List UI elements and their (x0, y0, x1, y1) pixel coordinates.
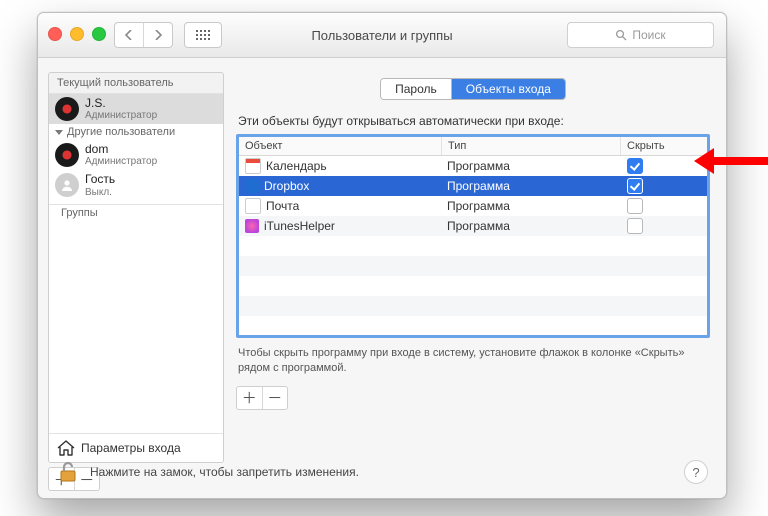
tab-login-items[interactable]: Объекты входа (451, 79, 565, 99)
app-icon (245, 179, 259, 193)
user-role: Выкл. (85, 187, 115, 198)
item-name: Календарь (266, 159, 327, 173)
table-row-empty (239, 236, 707, 256)
preferences-window: Пользователи и группы Поиск Текущий поль… (37, 12, 727, 499)
lock-icon[interactable] (56, 460, 80, 484)
avatar (55, 97, 79, 121)
minimize-icon[interactable] (70, 27, 84, 41)
login-options-label: Параметры входа (81, 441, 181, 455)
col-object[interactable]: Объект (239, 137, 441, 155)
grid-icon (196, 30, 210, 40)
user-list: Текущий пользователь J.S. Администратор … (48, 72, 224, 463)
back-button[interactable] (115, 23, 143, 47)
login-options-button[interactable]: Параметры входа (49, 433, 223, 462)
house-icon (57, 440, 75, 456)
titlebar: Пользователи и группы Поиск (38, 13, 726, 58)
item-name: Dropbox (264, 179, 309, 193)
table-header: Объект Тип Скрыть (239, 137, 707, 156)
forward-button[interactable] (143, 23, 172, 47)
sidebar-user-dom[interactable]: dom Администратор (49, 140, 223, 170)
user-role: Администратор (85, 156, 157, 167)
hide-checkbox[interactable] (627, 198, 643, 214)
table-row[interactable]: Календарь Программа (239, 156, 707, 176)
table-row-empty (239, 296, 707, 316)
user-role: Администратор (85, 110, 157, 121)
hide-checkbox[interactable] (627, 218, 643, 234)
hide-checkbox[interactable] (627, 158, 643, 174)
help-button[interactable]: ? (684, 460, 708, 484)
nav-segment (114, 22, 173, 48)
search-placeholder: Поиск (632, 28, 665, 42)
add-item-button[interactable]: ＋ (237, 387, 262, 409)
table-row-empty (239, 316, 707, 336)
table-body: КалендарьПрограммаDropboxПрограммаПочтаП… (239, 156, 707, 336)
remove-item-button[interactable]: － (262, 387, 288, 409)
close-icon[interactable] (48, 27, 62, 41)
user-name: J.S. (85, 97, 157, 110)
app-icon (245, 198, 261, 214)
sidebar-user-current[interactable]: J.S. Администратор (49, 94, 223, 124)
hide-checkbox[interactable] (627, 178, 643, 194)
app-icon (245, 158, 261, 174)
hide-hint: Чтобы скрыть программу при входе в систе… (238, 346, 708, 376)
app-icon (245, 219, 259, 233)
table-row-empty (239, 256, 707, 276)
item-type: Программа (447, 159, 510, 173)
window-title: Пользователи и группы (311, 28, 452, 43)
footer: Нажмите на замок, чтобы запретить измене… (56, 460, 708, 484)
user-name: dom (85, 143, 157, 156)
groups-header[interactable]: Группы (49, 204, 223, 221)
item-type: Программа (447, 219, 510, 233)
avatar (55, 173, 79, 197)
zoom-icon[interactable] (92, 27, 106, 41)
item-type: Программа (447, 199, 510, 213)
chevron-down-icon (55, 130, 63, 135)
main-panel: Пароль Объекты входа Эти объекты будут о… (232, 58, 726, 499)
col-type[interactable]: Тип (441, 137, 620, 155)
item-name: Почта (266, 199, 299, 213)
show-all-button[interactable] (184, 22, 222, 48)
search-input[interactable]: Поиск (567, 22, 714, 48)
table-row[interactable]: Dropbox Программа (239, 176, 707, 196)
window-controls (48, 27, 106, 41)
sidebar: Текущий пользователь J.S. Администратор … (38, 58, 232, 499)
tab-password[interactable]: Пароль (381, 79, 451, 99)
sidebar-user-guest[interactable]: Гость Выкл. (49, 170, 223, 200)
tab-group: Пароль Объекты входа (380, 78, 566, 100)
item-type: Программа (447, 179, 510, 193)
table-row[interactable]: Почта Программа (239, 196, 707, 216)
avatar (55, 143, 79, 167)
search-icon (615, 29, 627, 41)
table-row-empty (239, 276, 707, 296)
user-name: Гость (85, 173, 115, 186)
login-items-caption: Эти объекты будут открываться автоматиче… (238, 114, 708, 128)
item-add-remove: ＋ － (236, 386, 288, 410)
login-items-table: Объект Тип Скрыть КалендарьПрограммаDrop… (236, 134, 710, 338)
other-users-header[interactable]: Другие пользователи (49, 124, 223, 140)
item-name: iTunesHelper (264, 219, 335, 233)
table-row[interactable]: iTunesHelper Программа (239, 216, 707, 236)
current-user-header: Текущий пользователь (49, 73, 223, 94)
lock-text: Нажмите на замок, чтобы запретить измене… (90, 465, 359, 479)
